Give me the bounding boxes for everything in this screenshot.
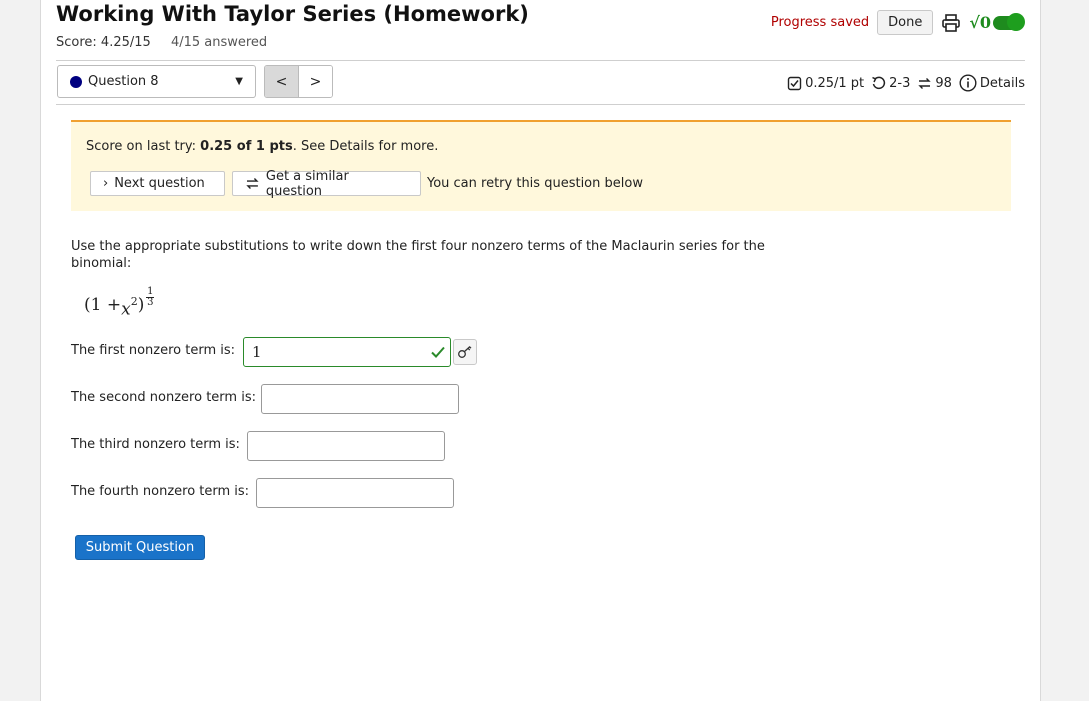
header-actions: Progress saved Done √0 <box>770 10 1025 35</box>
next-question-arrow-button[interactable]: > <box>299 66 332 97</box>
var-x: x <box>121 299 131 320</box>
checkbox-icon <box>787 76 802 90</box>
first-term-label: The first nonzero term is: <box>71 343 236 358</box>
sqrt-toggle-icon[interactable]: √0 <box>969 12 1025 32</box>
attempts-text: 2-3 <box>889 75 911 91</box>
info-icon <box>959 74 977 92</box>
question-meta: 0.25/1 pt 2-3 98 Details <box>787 74 1025 92</box>
fourth-term-input[interactable] <box>256 478 454 508</box>
question-nav-buttons: < > <box>264 65 333 98</box>
binomial-expression: (1 + x2 ) 1 3 <box>84 286 155 328</box>
question-status-dot <box>70 75 82 88</box>
answered-count: 4/15 answered <box>170 35 268 50</box>
retry-arrows-icon <box>246 178 259 189</box>
chevron-right-icon: › <box>103 176 109 191</box>
second-term-input[interactable] <box>261 384 459 414</box>
similar-question-label: Get a similar question <box>265 168 349 199</box>
previous-question-button[interactable]: < <box>265 66 299 97</box>
second-term-label: The second nonzero term is: <box>71 390 256 405</box>
last-try-text: Score on last try: 0.25 of 1 pts. See De… <box>86 139 438 154</box>
expression-var: x2 <box>121 287 138 328</box>
versions-info: 98 <box>917 76 952 91</box>
points-info: 0.25/1 pt <box>787 76 864 91</box>
fraction-exponent: 1 3 <box>146 286 155 308</box>
var-exponent: 2 <box>130 295 138 308</box>
exponent-denominator: 3 <box>147 297 154 308</box>
last-try-value: 0.25 of 1 pts <box>200 139 293 154</box>
third-term-label: The third nonzero term is: <box>71 437 240 452</box>
header-divider <box>56 60 1025 61</box>
progress-saved-status: Progress saved <box>770 15 870 30</box>
done-button[interactable]: Done <box>877 10 934 35</box>
details-label[interactable]: Details <box>980 76 1025 91</box>
expression-base-left: (1 + <box>84 295 122 315</box>
meta-divider <box>56 104 1025 105</box>
score-text: Score: 4.25/15 <box>56 35 151 50</box>
attempts-info: 2-3 <box>871 76 910 91</box>
question-select-label: Question 8 <box>88 74 159 89</box>
fourth-term-label: The fourth nonzero term is: <box>71 484 250 499</box>
score-summary: Score: 4.25/15 4/15 answered <box>56 35 267 50</box>
math-toggle-switch[interactable] <box>993 12 1025 31</box>
last-try-notice: Score on last try: 0.25 of 1 pts. See De… <box>71 120 1011 211</box>
assignment-page: Working With Taylor Series (Homework) Sc… <box>40 0 1041 701</box>
next-question-button[interactable]: › Next question <box>90 171 225 196</box>
points-text: 0.25/1 pt <box>805 75 865 91</box>
submit-question-button[interactable]: Submit Question <box>75 535 205 560</box>
question-prompt: Use the appropriate substitutions to wri… <box>71 239 765 271</box>
retry-message: You can retry this question below <box>427 176 643 191</box>
last-try-suffix: . See Details for more. <box>292 139 439 154</box>
sqrt-glyph: √0 <box>969 13 991 32</box>
checkmark-icon <box>431 346 445 358</box>
question-select[interactable]: Question 8 ▼ <box>57 65 256 98</box>
first-term-input[interactable]: 1 <box>243 337 451 367</box>
page-title: Working With Taylor Series (Homework) <box>56 2 529 26</box>
details-link[interactable]: Details <box>959 74 1025 92</box>
similar-question-button[interactable]: Get a similar question <box>232 168 421 199</box>
retry-arrows-icon <box>918 77 932 89</box>
next-question-label: Next question <box>114 176 205 191</box>
expression-base-right: ) <box>137 295 145 315</box>
caret-down-icon: ▼ <box>235 76 243 87</box>
third-term-input[interactable] <box>247 431 445 461</box>
printer-icon[interactable] <box>941 13 961 33</box>
first-term-value: 1 <box>252 343 262 361</box>
exponent-numerator: 1 <box>147 286 154 297</box>
versions-text: 98 <box>935 75 952 91</box>
key-icon[interactable] <box>453 339 477 365</box>
undo-icon <box>872 76 886 89</box>
last-try-prefix: Score on last try: <box>86 139 201 154</box>
